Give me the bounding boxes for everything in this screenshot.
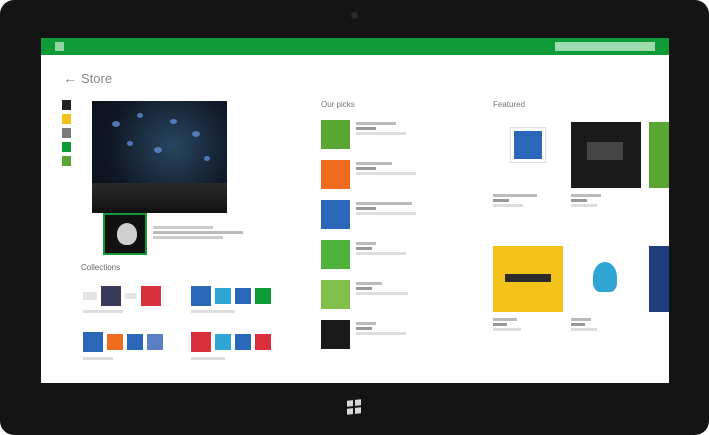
pick-item-1[interactable] <box>321 120 461 150</box>
featured-app-4-label <box>493 318 563 331</box>
pick-item-5[interactable] <box>321 280 461 310</box>
collection-1-label <box>83 310 123 313</box>
store-screen: ← Store Collections Our picks Featured <box>41 38 669 383</box>
pick-item-4[interactable] <box>321 240 461 270</box>
our-picks-heading[interactable]: Our picks <box>321 100 359 109</box>
camera-icon <box>351 12 358 19</box>
featured-heading[interactable]: Featured <box>493 100 529 109</box>
hero-banner[interactable] <box>92 101 227 213</box>
collection-4[interactable] <box>191 332 271 352</box>
featured-app-6[interactable] <box>649 246 669 312</box>
search-input[interactable] <box>555 42 655 51</box>
pick-3-tile <box>321 200 350 229</box>
home-icon[interactable] <box>55 42 64 51</box>
hero-app-info <box>153 226 273 241</box>
featured-app-4[interactable] <box>493 246 563 312</box>
pick-4-tile <box>321 240 350 269</box>
collections-title: Collections <box>81 263 121 272</box>
tablet-bezel: ← Store Collections Our picks Featured <box>0 0 709 435</box>
top-navigation-bar <box>41 38 669 55</box>
category-icon-1[interactable] <box>62 100 71 110</box>
game-logo-icon <box>117 223 137 245</box>
pick-item-3[interactable] <box>321 200 461 230</box>
our-picks-title: Our picks <box>321 100 355 109</box>
featured-app-1-label <box>493 194 563 207</box>
hero-app-tile[interactable] <box>103 213 147 255</box>
pick-5-tile <box>321 280 350 309</box>
collection-1[interactable] <box>83 286 161 306</box>
collection-3[interactable] <box>83 332 163 352</box>
featured-app-2-label <box>571 194 641 207</box>
collection-3-label <box>83 357 113 360</box>
pick-1-tile <box>321 120 350 149</box>
category-icon-3[interactable] <box>62 128 71 138</box>
pick-item-2[interactable] <box>321 160 461 190</box>
back-arrow-icon[interactable]: ← <box>63 70 77 86</box>
featured-app-5[interactable] <box>571 246 641 312</box>
featured-app-3[interactable] <box>649 122 669 188</box>
collection-2-label <box>191 310 235 313</box>
category-rail <box>62 100 72 170</box>
featured-title: Featured <box>493 100 526 109</box>
pick-6-tile <box>321 320 350 349</box>
featured-app-1[interactable] <box>493 122 563 188</box>
collection-2[interactable] <box>191 286 271 306</box>
category-icon-5[interactable] <box>62 156 71 166</box>
featured-app-2[interactable] <box>571 122 641 188</box>
pick-2-tile <box>321 160 350 189</box>
page-header: ← Store <box>63 70 112 86</box>
category-icon-2[interactable] <box>62 114 71 124</box>
collections-heading[interactable]: Collections <box>81 263 124 272</box>
pick-item-6[interactable] <box>321 320 461 350</box>
featured-app-5-label <box>571 318 641 331</box>
windows-logo-icon[interactable] <box>347 399 361 415</box>
category-icon-4[interactable] <box>62 142 71 152</box>
page-title: Store <box>81 70 113 86</box>
collection-4-label <box>191 357 225 360</box>
